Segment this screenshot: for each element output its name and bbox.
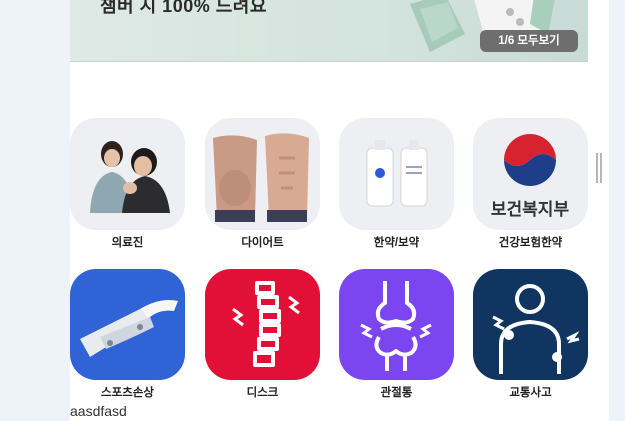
- category-label: 의료진: [111, 237, 144, 249]
- diet-body-photo-icon: [205, 118, 320, 230]
- category-herbal[interactable]: 한약/보약: [339, 118, 454, 250]
- doctors-photo-icon: [70, 118, 185, 230]
- scroll-handle[interactable]: [596, 153, 602, 183]
- category-traffic[interactable]: 교통사고: [473, 269, 588, 400]
- sports-injury-icon: [70, 269, 185, 380]
- traffic-accident-icon: [473, 269, 588, 380]
- category-label: 스포츠손상: [101, 387, 154, 399]
- category-diet[interactable]: 다이어트: [205, 118, 320, 250]
- spine-disc-icon: [205, 269, 320, 380]
- category-label: 교통사고: [509, 387, 552, 399]
- ministry-logo-icon: 보건복지부: [473, 118, 588, 230]
- ministry-logo-text: 보건복지부: [491, 200, 570, 219]
- category-insurance[interactable]: 보건복지부 건강보험한약: [473, 118, 588, 250]
- category-disc[interactable]: 디스크: [205, 269, 320, 400]
- category-label: 관절통: [380, 387, 413, 399]
- herbal-pouch-icon: [339, 118, 454, 230]
- joint-pain-icon: [339, 269, 454, 380]
- footer-text: aasdfasd: [70, 403, 127, 419]
- category-joint[interactable]: 관절통: [339, 269, 454, 400]
- category-doctors[interactable]: 의료진: [70, 118, 185, 250]
- category-sports[interactable]: 스포츠손상: [70, 269, 185, 400]
- category-label: 다이어트: [241, 237, 284, 249]
- right-panel: [588, 0, 609, 421]
- page-content: 챔버 시 100% 드려요 1/6 모두보기 의료진 다이어트 한약/보약 보건…: [70, 0, 588, 421]
- banner-pager-button[interactable]: 1/6 모두보기: [480, 30, 578, 52]
- category-label: 건강보험한약: [498, 237, 563, 249]
- promo-banner[interactable]: 챔버 시 100% 드려요 1/6 모두보기: [70, 0, 588, 62]
- banner-text: 챔버 시 100% 드려요: [100, 0, 267, 16]
- category-label: 디스크: [246, 387, 279, 399]
- category-label: 한약/보약: [373, 237, 420, 249]
